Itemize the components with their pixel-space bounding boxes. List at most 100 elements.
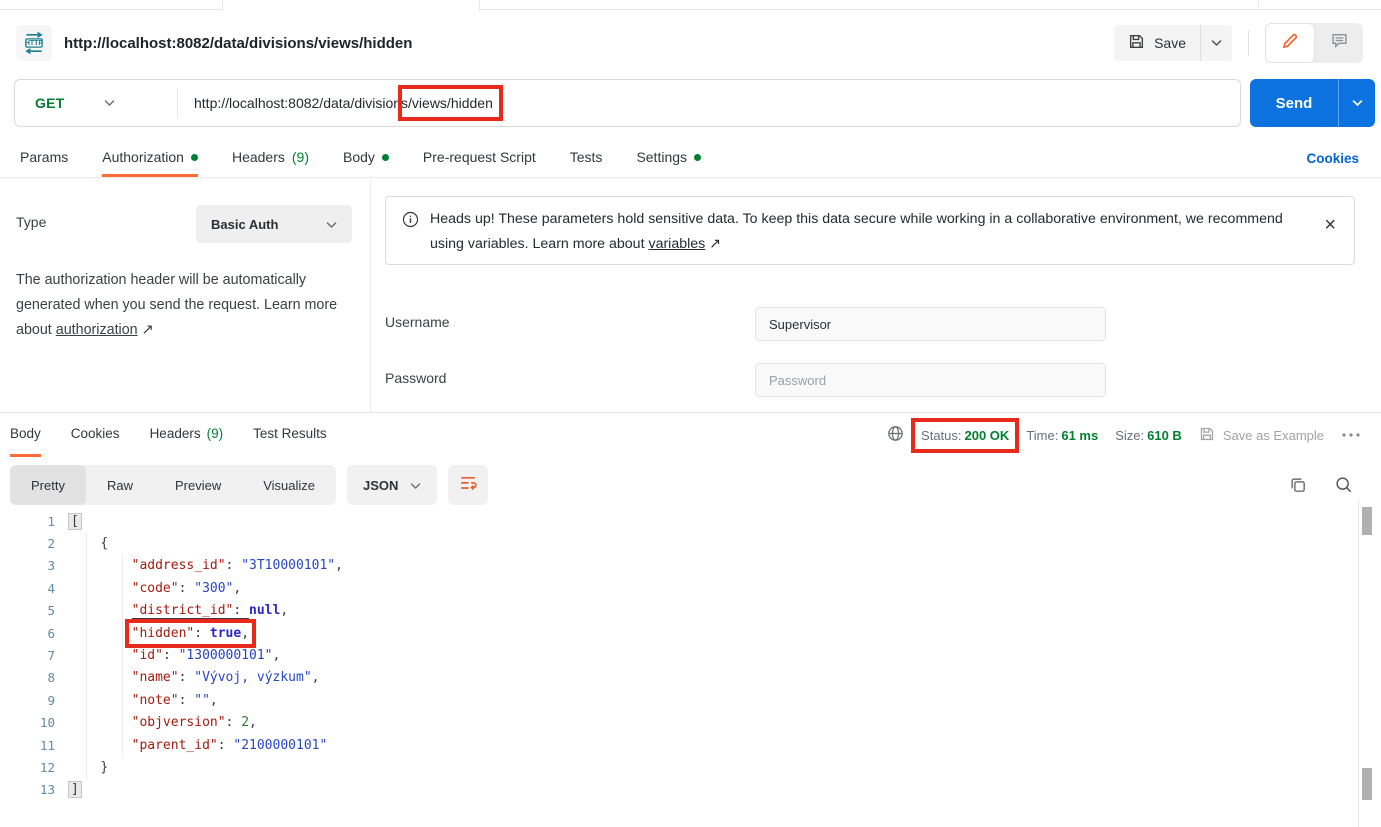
status-badge-annotation: Status:200 OK <box>921 428 1009 443</box>
tab-params[interactable]: Params <box>20 140 68 177</box>
line-number: 11 <box>0 738 69 753</box>
save-button-label: Save <box>1154 35 1186 51</box>
tab-settings[interactable]: Settings <box>636 140 701 177</box>
method-label: GET <box>35 95 64 111</box>
line-number: 10 <box>0 715 69 730</box>
send-button[interactable]: Send <box>1250 79 1339 127</box>
code-line: 3 "address_id": "3T10000101", <box>0 555 1356 577</box>
line-number: 9 <box>0 693 69 708</box>
auth-help-text: The authorization header will be automat… <box>0 243 370 343</box>
save-button[interactable]: Save <box>1114 25 1200 61</box>
line-number: 8 <box>0 670 69 685</box>
username-label: Username <box>385 314 450 330</box>
url-input[interactable]: http://localhost:8082/data/divisions/vie… <box>194 95 493 111</box>
view-tab-preview[interactable]: Preview <box>154 465 242 505</box>
method-selector[interactable]: GET <box>15 94 177 112</box>
header-divider <box>1248 30 1249 56</box>
variables-link[interactable]: variables <box>648 236 705 252</box>
response-toolbar: Pretty Raw Preview Visualize JSON <box>10 465 1371 505</box>
save-as-example-button[interactable]: Save as Example <box>1199 426 1324 445</box>
time-badge: Time:61 ms <box>1026 428 1098 443</box>
auth-type-select[interactable]: Basic Auth <box>196 205 352 243</box>
close-icon[interactable]: × <box>1322 207 1338 243</box>
comment-button[interactable] <box>1315 23 1363 63</box>
status-label: Status: <box>921 428 961 443</box>
chevron-down-icon <box>410 478 421 493</box>
time-value: 61 ms <box>1061 428 1098 443</box>
comment-icon <box>1331 32 1348 54</box>
username-field[interactable]: Supervisor <box>755 307 1106 341</box>
view-tab-visualize[interactable]: Visualize <box>242 465 336 505</box>
external-link-icon: ↗ <box>709 236 721 252</box>
method-divider <box>177 88 178 118</box>
chevron-down-icon <box>1211 34 1222 52</box>
code-line: 13] <box>0 779 1356 801</box>
tab-strip <box>0 0 1381 10</box>
search-icon[interactable] <box>1335 476 1353 494</box>
code-line: 6 "hidden": true, <box>0 622 1356 644</box>
line-number: 7 <box>0 648 69 663</box>
response-headers-count: (9) <box>207 426 224 441</box>
edit-comment-toggle <box>1265 23 1363 63</box>
send-options-button[interactable] <box>1339 79 1375 127</box>
green-dot-icon <box>694 154 701 161</box>
postman-app: HTTP http://localhost:8082/data/division… <box>0 0 1381 827</box>
page-title: http://localhost:8082/data/divisions/vie… <box>64 35 412 52</box>
authorization-link[interactable]: authorization <box>56 322 138 338</box>
cookies-link[interactable]: Cookies <box>1306 151 1359 166</box>
code-line: 2 { <box>0 532 1356 554</box>
view-tab-raw[interactable]: Raw <box>86 465 154 505</box>
url-highlight-annotation: /views/hidden <box>408 95 493 111</box>
tab-tests[interactable]: Tests <box>570 140 603 177</box>
format-select[interactable]: JSON <box>347 465 437 505</box>
response-meta: Status:200 OK Time:61 ms Size:610 B Save… <box>887 413 1361 457</box>
wrap-lines-button[interactable] <box>448 465 488 505</box>
view-tab-pretty[interactable]: Pretty <box>10 465 86 505</box>
response-tab-test-results[interactable]: Test Results <box>253 413 327 457</box>
hidden-true-annotation: "hidden": true, <box>132 626 249 641</box>
format-value: JSON <box>363 478 398 493</box>
more-options-icon[interactable] <box>1341 431 1361 439</box>
globe-icon[interactable] <box>887 425 904 445</box>
green-dot-icon <box>191 154 198 161</box>
warning-text: Heads up! These parameters hold sensitiv… <box>430 207 1310 257</box>
response-body-editor[interactable]: 1[2 {3 "address_id": "3T10000101",4 "cod… <box>0 510 1356 827</box>
scrollbar-thumb[interactable] <box>1362 507 1372 535</box>
response-tabs: Body Cookies Headers(9) Test Results <box>10 413 327 457</box>
copy-icon[interactable] <box>1289 476 1307 494</box>
active-request-tab[interactable] <box>222 0 480 11</box>
auth-panel-divider <box>370 178 371 412</box>
line-number: 13 <box>0 782 69 797</box>
tab-headers[interactable]: Headers(9) <box>232 140 309 177</box>
info-icon <box>402 211 419 237</box>
http-method-icon: HTTP <box>16 25 52 61</box>
password-label: Password <box>385 370 446 386</box>
save-icon <box>1128 33 1145 53</box>
save-options-button[interactable] <box>1200 25 1232 61</box>
scrollbar-thumb[interactable] <box>1362 768 1372 800</box>
request-tabs: Params Authorization Headers(9) Body Pre… <box>0 140 1381 178</box>
code-line: 10 "objversion": 2, <box>0 712 1356 734</box>
svg-text:HTTP: HTTP <box>25 40 44 47</box>
response-tab-cookies[interactable]: Cookies <box>71 413 120 457</box>
code-line: 11 "parent_id": "2100000101" <box>0 734 1356 756</box>
external-link-icon: ↗ <box>142 322 154 338</box>
sensitive-data-banner: Heads up! These parameters hold sensitiv… <box>385 196 1355 265</box>
scrollbar-track <box>1358 500 1359 827</box>
response-view-switcher: Pretty Raw Preview Visualize <box>10 465 336 505</box>
headers-count: (9) <box>292 149 309 165</box>
save-button-group: Save <box>1114 25 1232 61</box>
tab-pre-request-script[interactable]: Pre-request Script <box>423 140 536 177</box>
code-line: 5 "district_id": null, <box>0 600 1356 622</box>
line-number: 6 <box>0 626 69 641</box>
edit-mode-button[interactable] <box>1265 23 1315 63</box>
response-tab-headers[interactable]: Headers(9) <box>150 413 224 457</box>
password-field[interactable]: Password <box>755 363 1106 397</box>
tab-authorization[interactable]: Authorization <box>102 140 198 177</box>
response-tab-body[interactable]: Body <box>10 413 41 457</box>
green-dot-icon <box>382 154 389 161</box>
tab-body[interactable]: Body <box>343 140 389 177</box>
auth-type-panel: Type Basic Auth The authorization header… <box>0 178 370 412</box>
chevron-down-icon <box>1352 94 1363 112</box>
auth-type-label: Type <box>16 205 46 230</box>
